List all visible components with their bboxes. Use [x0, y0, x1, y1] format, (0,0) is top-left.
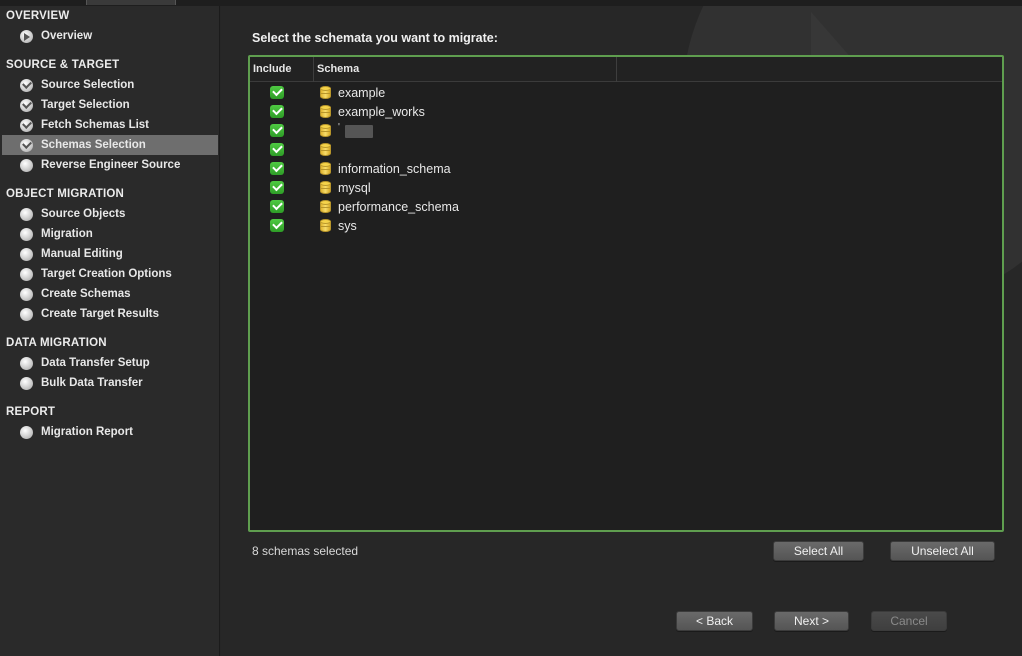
section-title-object-migration: OBJECT MIGRATION [6, 188, 124, 200]
check-status-icon [20, 118, 33, 132]
table-row[interactable] [250, 140, 1002, 159]
schema-name: example_works [338, 104, 425, 119]
schemata-table[interactable]: Include Schema example example_works ' i… [248, 55, 1004, 532]
sidebar-item-label: Schemas Selection [41, 139, 146, 151]
main-panel: Select the schemata you want to migrate:… [221, 6, 1022, 656]
sidebar-item-manual-editing[interactable]: Manual Editing [2, 244, 218, 264]
sidebar-item-bulk-data-transfer[interactable]: Bulk Data Transfer [2, 373, 218, 393]
sidebar-item-source-selection[interactable]: Source Selection [2, 75, 218, 95]
selection-count-status: 8 schemas selected [252, 544, 359, 558]
pending-status-icon [20, 207, 33, 221]
sidebar-item-reverse-engineer-source[interactable]: Reverse Engineer Source [2, 155, 218, 175]
sidebar-item-label: Bulk Data Transfer [41, 377, 143, 389]
sidebar-item-migration[interactable]: Migration [2, 224, 218, 244]
include-checkbox[interactable] [270, 200, 284, 213]
table-row[interactable]: mysql [250, 178, 1002, 197]
section-title-source-target: SOURCE & TARGET [6, 59, 120, 71]
column-header-schema[interactable]: Schema [314, 57, 617, 82]
select-all-button[interactable]: Select All [773, 541, 864, 561]
sidebar-item-create-schemas[interactable]: Create Schemas [2, 284, 218, 304]
include-checkbox[interactable] [270, 181, 284, 194]
database-icon [320, 199, 331, 214]
include-checkbox[interactable] [270, 162, 284, 175]
table-row[interactable]: performance_schema [250, 197, 1002, 216]
sidebar-item-label: Migration Report [41, 426, 133, 438]
table-row[interactable]: example [250, 83, 1002, 102]
table-row[interactable]: example_works [250, 102, 1002, 121]
sidebar-item-label: Manual Editing [41, 248, 123, 260]
include-checkbox[interactable] [270, 86, 284, 99]
pending-status-icon [20, 287, 33, 301]
schema-name: information_schema [338, 161, 451, 176]
database-icon [320, 180, 331, 195]
sidebar-item-fetch-schemas-list[interactable]: Fetch Schemas List [2, 115, 218, 135]
database-icon [320, 142, 331, 157]
database-icon [320, 123, 331, 138]
section-title-data-migration: DATA MIGRATION [6, 337, 107, 349]
pending-status-icon [20, 247, 33, 261]
schema-name: sys [338, 218, 357, 233]
tab-remnant[interactable] [86, 0, 176, 5]
table-row[interactable]: information_schema [250, 159, 1002, 178]
sidebar-item-create-target-results[interactable]: Create Target Results [2, 304, 218, 324]
sidebar-item-label: Create Schemas [41, 288, 131, 300]
sidebar-item-overview[interactable]: Overview [2, 26, 218, 46]
pending-status-icon [20, 356, 33, 370]
check-status-icon [20, 78, 33, 92]
sidebar-item-source-objects[interactable]: Source Objects [2, 204, 218, 224]
section-title-overview: OVERVIEW [6, 10, 70, 22]
section-title-report: REPORT [6, 406, 56, 418]
current-status-icon [20, 138, 33, 152]
sidebar-item-label: Source Selection [41, 79, 135, 91]
pending-status-icon [20, 425, 33, 439]
sidebar-item-target-selection[interactable]: Target Selection [2, 95, 218, 115]
sidebar-item-label: Reverse Engineer Source [41, 159, 181, 171]
schema-name-fragment: ' [338, 122, 340, 133]
database-icon [320, 218, 331, 233]
sidebar-item-label: Migration [41, 228, 93, 240]
include-checkbox[interactable] [270, 105, 284, 118]
database-icon [320, 85, 331, 100]
sidebar-item-data-transfer-setup[interactable]: Data Transfer Setup [2, 353, 218, 373]
page-title: Select the schemata you want to migrate: [252, 31, 498, 45]
schema-name: performance_schema [338, 199, 459, 214]
cancel-button[interactable]: Cancel [871, 611, 947, 631]
next-button[interactable]: Next > [774, 611, 849, 631]
include-checkbox[interactable] [270, 219, 284, 232]
pending-status-icon [20, 158, 33, 172]
database-icon [320, 161, 331, 176]
table-row[interactable]: ' [250, 121, 1002, 140]
include-checkbox[interactable] [270, 143, 284, 156]
sidebar-item-label: Target Selection [41, 99, 130, 111]
sidebar-item-label: Target Creation Options [41, 268, 172, 280]
sidebar-item-target-creation-options[interactable]: Target Creation Options [2, 264, 218, 284]
schema-name: mysql [338, 180, 371, 195]
table-row[interactable]: sys [250, 216, 1002, 235]
sidebar-item-label: Create Target Results [41, 308, 160, 320]
column-header-include[interactable]: Include [250, 57, 314, 82]
redacted-text [345, 125, 373, 138]
sidebar-item-label: Overview [41, 30, 93, 42]
database-icon [320, 104, 331, 119]
include-checkbox[interactable] [270, 124, 284, 137]
sidebar-item-migration-report[interactable]: Migration Report [2, 422, 218, 442]
pending-status-icon [20, 376, 33, 390]
sidebar-item-label: Data Transfer Setup [41, 357, 150, 369]
sidebar-item-schemas-selection[interactable]: Schemas Selection [2, 135, 218, 155]
arrow-status-icon [20, 29, 33, 43]
pending-status-icon [20, 227, 33, 241]
sidebar-item-label: Source Objects [41, 208, 126, 220]
check-status-icon [20, 98, 33, 112]
sidebar-item-label: Fetch Schemas List [41, 119, 150, 131]
back-button[interactable]: < Back [676, 611, 753, 631]
unselect-all-button[interactable]: Unselect All [890, 541, 995, 561]
table-header: Include Schema [250, 57, 1002, 82]
schema-name: example [338, 85, 386, 100]
pending-status-icon [20, 267, 33, 281]
wizard-sidebar: OVERVIEW Overview SOURCE & TARGET Source… [0, 6, 220, 656]
pending-status-icon [20, 307, 33, 321]
